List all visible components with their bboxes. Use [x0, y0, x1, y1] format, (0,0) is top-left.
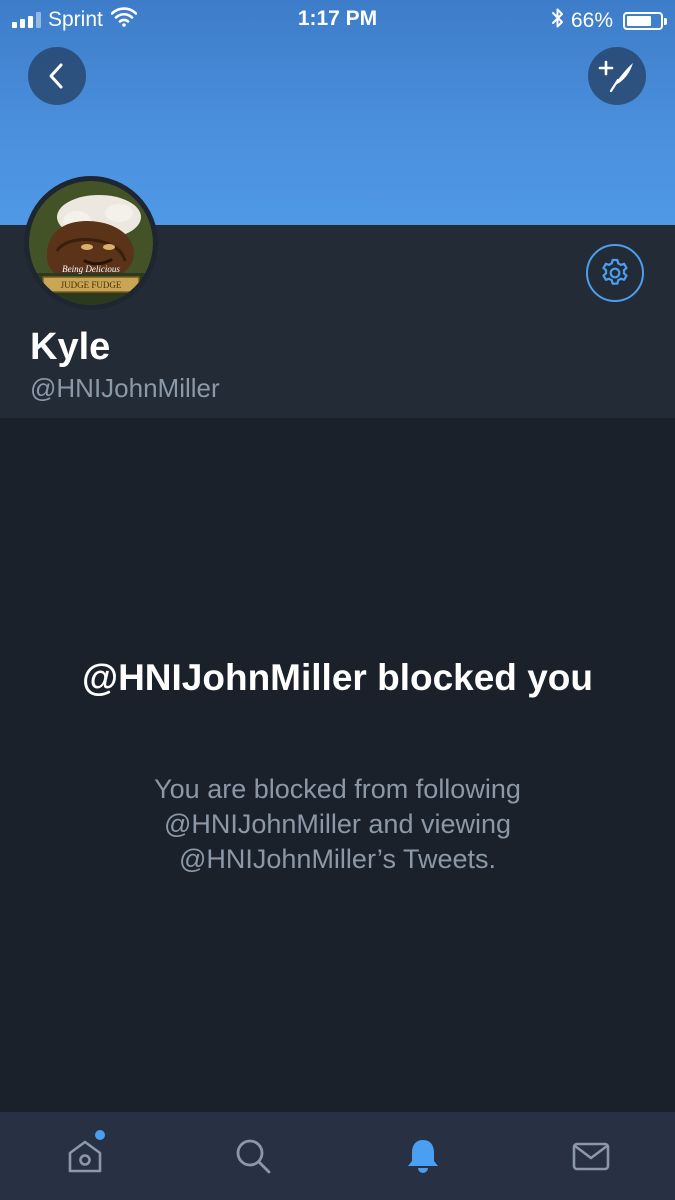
- avatar-image: Being Delicious JUDGE FUDGE: [29, 181, 153, 305]
- tab-notifications[interactable]: [401, 1134, 445, 1178]
- profile-handle: @HNIJohnMiller: [30, 373, 220, 403]
- avatar-nameplate: JUDGE FUDGE: [61, 280, 122, 290]
- bluetooth-icon: [551, 7, 565, 35]
- tab-search[interactable]: [231, 1134, 275, 1178]
- bottom-tab-bar: [0, 1112, 675, 1200]
- mail-icon: [572, 1142, 610, 1171]
- bell-icon: [408, 1140, 438, 1173]
- avatar[interactable]: Being Delicious JUDGE FUDGE: [24, 176, 158, 310]
- tab-home[interactable]: [63, 1134, 107, 1178]
- home-icon: [68, 1140, 102, 1173]
- back-chevron-icon: [49, 63, 63, 89]
- home-badge-dot: [95, 1130, 105, 1140]
- profile-name: Kyle: [30, 326, 111, 368]
- settings-button[interactable]: [586, 244, 644, 302]
- blocked-message-description: You are blocked from following @HNIJohnM…: [154, 774, 521, 874]
- back-button[interactable]: [28, 47, 86, 105]
- compose-tweet-button[interactable]: [588, 47, 646, 105]
- battery-percent: 66%: [570, 9, 613, 32]
- battery-icon: [623, 12, 667, 30]
- compose-tweet-icon: [598, 60, 633, 93]
- tab-messages[interactable]: [569, 1134, 613, 1178]
- search-icon: [236, 1139, 271, 1174]
- avatar-caption: Being Delicious: [62, 264, 120, 274]
- status-bar: Sprint 1:17 PM 66%: [0, 0, 675, 38]
- blocked-message-title: @HNIJohnMiller blocked you: [82, 657, 593, 698]
- gear-icon: [602, 258, 628, 285]
